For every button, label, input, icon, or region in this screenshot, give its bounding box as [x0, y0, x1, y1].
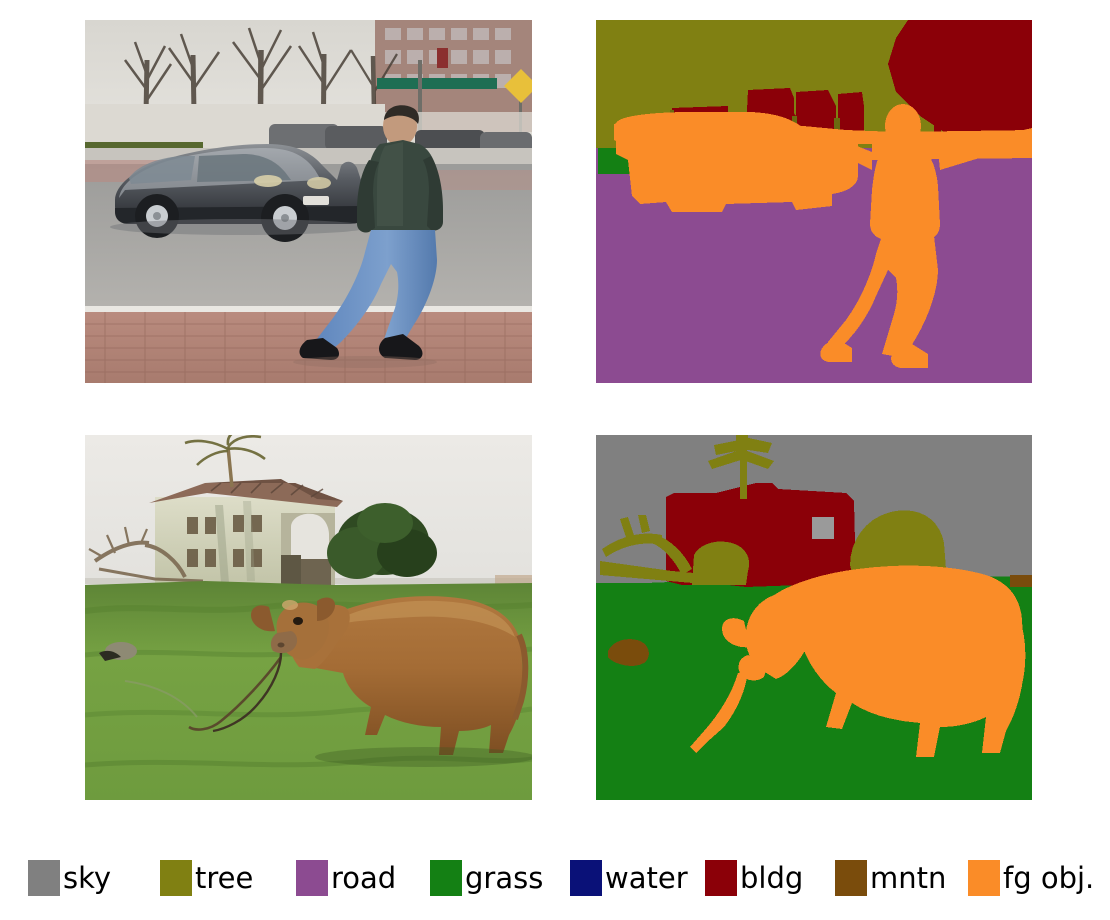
legend-swatch-water [570, 860, 602, 896]
cow-pasture-photo-canvas [85, 435, 532, 800]
seg-region-mntn-horizon [1010, 575, 1032, 587]
legend-swatch-mntn [835, 860, 867, 896]
legend-label-tree: tree [195, 860, 254, 895]
legend-entry-bldg: bldg [705, 855, 803, 901]
legend-entry-water: water [570, 855, 688, 901]
cow-pasture-segmentation [596, 435, 1032, 800]
legend-swatch-sky [28, 860, 60, 896]
street-scene-photo [85, 20, 532, 383]
legend-entry-grass: grass [430, 855, 543, 901]
cow-pasture-photo [85, 435, 532, 800]
cow-pasture-segmentation-canvas [596, 435, 1032, 800]
street-scene-photo-canvas [85, 20, 532, 383]
legend-label-bldg: bldg [740, 860, 804, 895]
seg-region-tree-bush-left [692, 541, 750, 585]
legend-label-water: water [605, 860, 688, 895]
legend-label-road: road [331, 860, 397, 895]
legend-entry-mntn: mntn [835, 855, 946, 901]
legend-entry-sky: sky [28, 855, 111, 901]
legend-swatch-tree [160, 860, 192, 896]
legend-label-sky: sky [63, 860, 112, 895]
legend-entry-tree: tree [160, 855, 253, 901]
house [149, 479, 343, 587]
legend-label-grass: grass [465, 860, 544, 895]
legend-swatch-fgobj [968, 860, 1000, 896]
street-scene-segmentation [596, 20, 1032, 383]
street-scene-segmentation-canvas [596, 20, 1032, 383]
figure-root: sky tree road grass water bldg mntn fg obj. [0, 0, 1110, 920]
legend-swatch-grass [430, 860, 462, 896]
legend-entry-road: road [296, 855, 396, 901]
legend-entry-fgobj: fg obj. [968, 855, 1094, 901]
class-color-legend: sky tree road grass water bldg mntn fg obj. [0, 845, 1110, 903]
legend-label-mntn: mntn [870, 860, 947, 895]
legend-label-fgobj: fg obj. [1003, 860, 1095, 895]
legend-swatch-road [296, 860, 328, 896]
legend-swatch-bldg [705, 860, 737, 896]
